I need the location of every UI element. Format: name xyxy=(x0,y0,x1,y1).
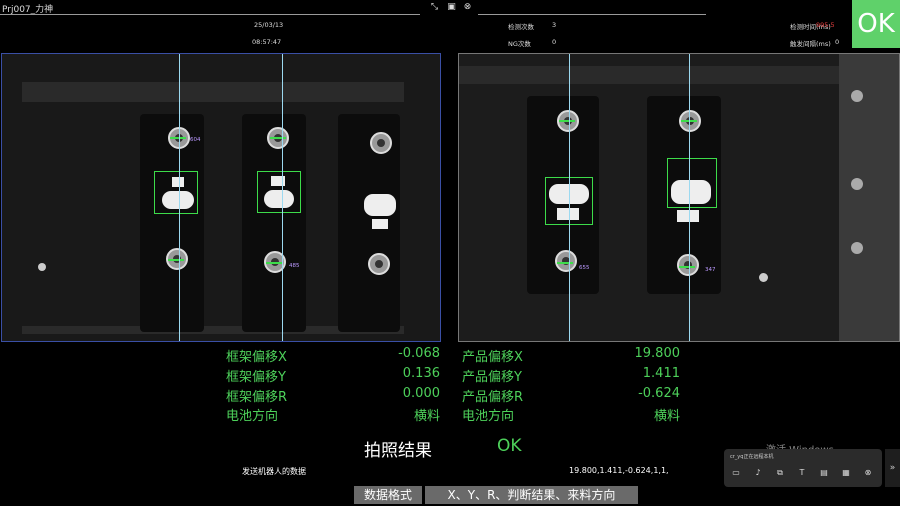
alignment-line xyxy=(282,54,283,341)
title-bar-divider xyxy=(0,14,420,15)
detection-mark xyxy=(679,266,695,268)
detection-mark xyxy=(266,262,282,264)
alignment-line xyxy=(689,54,690,341)
data-format-value: X、Y、R、判断结果、来料方向 xyxy=(425,486,638,504)
machine-bolt xyxy=(851,90,863,102)
remote-notice-text: cr_yq正在远程本机 xyxy=(730,454,774,460)
screen-share-icon[interactable]: ⧉ xyxy=(774,467,786,479)
header-date: 25/03/13 xyxy=(254,21,284,29)
detect-count-value: 3 xyxy=(552,21,557,29)
remote-control-popup[interactable]: cr_yq正在远程本机 ▭ ♪ ⧉ T ▤ ▦ ⊗ xyxy=(724,449,882,487)
detection-box xyxy=(667,158,717,208)
frame-offset-x-value: -0.068 xyxy=(398,346,440,361)
machine-frame xyxy=(839,54,899,341)
camera-readout: 347 xyxy=(705,267,716,273)
product-offset-x-label: 产品偏移X xyxy=(462,350,523,365)
pin-icon[interactable]: ⤡ xyxy=(429,2,440,12)
product-offset-y-value: 1.411 xyxy=(642,366,680,381)
label-mark xyxy=(677,210,699,222)
product-offset-r-label: 产品偏移R xyxy=(462,390,524,405)
photo-result-label: 拍照结果 xyxy=(364,441,432,461)
product-offset-x-value: 19.800 xyxy=(634,346,681,361)
fiducial-ring xyxy=(555,250,577,272)
tray-rail xyxy=(22,82,404,102)
data-format-label: 数据格式 xyxy=(354,486,422,504)
trigger-interval-label: 触发间隔(ms) xyxy=(790,40,831,48)
frame-battery-direction-label: 电池方向 xyxy=(226,409,279,424)
text-icon[interactable]: T xyxy=(796,467,808,479)
ng-count-value: 0 xyxy=(552,38,557,46)
detection-mark xyxy=(170,137,186,139)
detection-mark xyxy=(168,259,184,261)
detection-mark xyxy=(557,262,573,264)
disconnect-icon[interactable]: ⊗ xyxy=(862,467,874,479)
status-ok-badge: OK xyxy=(852,0,900,48)
detect-time-value: 995.5 xyxy=(816,21,835,29)
robot-data-label: 发送机器人的数据 xyxy=(242,467,306,476)
frame-battery-direction-value: 横料 xyxy=(413,409,440,424)
expand-chevron-icon[interactable]: » xyxy=(885,449,900,487)
microphone-icon[interactable]: ♪ xyxy=(752,467,764,479)
alignment-line xyxy=(179,54,180,341)
photo-result-value: OK xyxy=(497,436,522,456)
image-icon[interactable]: ▣ xyxy=(446,2,457,12)
barcode-slot xyxy=(364,194,396,216)
machine-bolt xyxy=(851,178,863,190)
folder-icon[interactable]: ▤ xyxy=(818,467,830,479)
tray-hole xyxy=(759,273,768,282)
close-icon[interactable]: ⊗ xyxy=(462,2,473,12)
label-mark xyxy=(372,219,388,229)
camera-readout: 485 xyxy=(289,263,300,269)
camera-view-left[interactable]: 604 485 xyxy=(1,53,441,342)
detection-box xyxy=(154,171,198,214)
header-time: 08:57:47 xyxy=(252,38,282,46)
frame-offset-y-label: 框架偏移Y xyxy=(226,370,286,385)
detection-mark xyxy=(559,120,575,122)
frame-offset-x-label: 框架偏移X xyxy=(226,350,287,365)
frame-offset-r-value: 0.000 xyxy=(402,386,440,401)
frame-offset-r-label: 框架偏移R xyxy=(226,390,288,405)
tray-hole xyxy=(38,263,46,271)
fiducial-ring xyxy=(677,254,699,276)
detection-mark xyxy=(270,137,286,139)
fiducial-ring xyxy=(368,253,390,275)
product-battery-direction-label: 电池方向 xyxy=(462,409,515,424)
detection-box xyxy=(257,171,301,213)
chat-icon[interactable]: ▭ xyxy=(730,467,742,479)
tray-rail xyxy=(459,66,839,84)
ng-count-label: NG次数 xyxy=(508,40,531,48)
title-bar-divider-right xyxy=(478,14,706,15)
camera-view-right[interactable]: 655 347 xyxy=(458,53,900,342)
camera-readout: 604 xyxy=(190,137,201,143)
product-battery-direction-value: 横料 xyxy=(653,409,680,424)
fiducial-ring xyxy=(370,132,392,154)
detect-count-label: 检测次数 xyxy=(508,23,534,31)
product-offset-r-value: -0.624 xyxy=(638,386,680,401)
layout-icon[interactable]: ▦ xyxy=(840,467,852,479)
trigger-interval-value: 0 xyxy=(835,38,840,46)
product-offset-y-label: 产品偏移Y xyxy=(462,370,522,385)
robot-data-value: 19.800,1.411,-0.624,1,1, xyxy=(569,466,669,475)
camera-readout: 655 xyxy=(579,265,590,271)
frame-offset-y-value: 0.136 xyxy=(402,366,440,381)
machine-bolt xyxy=(851,242,863,254)
alignment-line xyxy=(569,54,570,341)
